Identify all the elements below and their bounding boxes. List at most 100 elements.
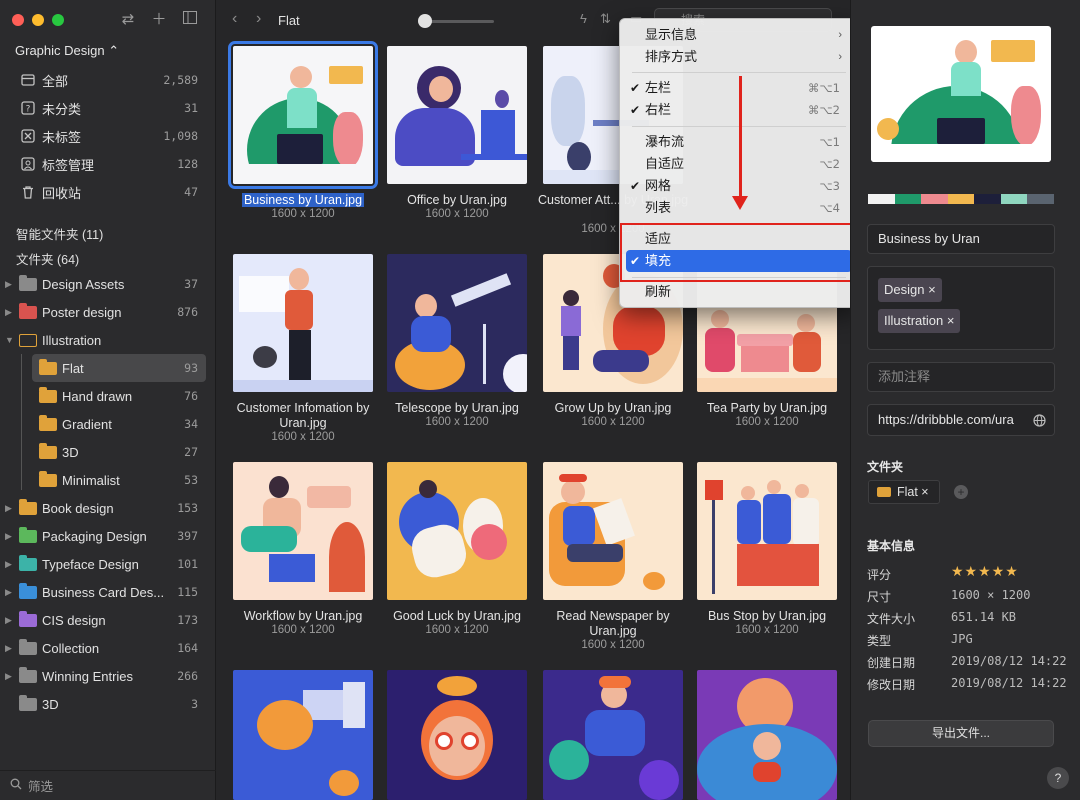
menu-item-sort-by[interactable]: 排序方式 ›	[626, 46, 852, 68]
thumbnail-office[interactable]	[387, 46, 527, 184]
quick-action-icon[interactable]: ϟ	[580, 11, 587, 26]
folder-hand-drawn[interactable]: Hand drawn 76	[0, 382, 216, 410]
palette-swatch[interactable]	[1000, 194, 1027, 204]
item-name[interactable]: Telescope by Uran.jpg	[381, 401, 533, 416]
folder-illustration[interactable]: ▼ Illustration	[0, 326, 216, 354]
folder-chip[interactable]: Flat ×	[868, 480, 940, 504]
sidebar-item-tag-manager[interactable]: 标签管理 128	[0, 150, 216, 178]
smart-folders-header[interactable]: 智能文件夹 (11)	[16, 224, 103, 243]
folder-minimalist[interactable]: Minimalist 53	[0, 466, 216, 494]
folder-flat[interactable]: Flat 93	[32, 354, 206, 382]
tag-chip-illustration[interactable]: Illustration ×	[878, 309, 961, 333]
filter-input[interactable]: 筛选	[28, 776, 53, 795]
filter-bar[interactable]: 筛选	[0, 770, 216, 800]
thumbnail-row4-4[interactable]	[697, 670, 837, 800]
chevron-right-icon[interactable]: ▶	[5, 531, 15, 542]
tags-field[interactable]: Design × Illustration ×	[867, 266, 1055, 350]
thumbnail-row4-3[interactable]	[543, 670, 683, 800]
palette-swatch[interactable]	[868, 194, 895, 204]
item-size: 1600 x 1200	[425, 208, 489, 220]
palette-swatch[interactable]	[947, 194, 974, 204]
add-icon[interactable]: ＋	[149, 10, 169, 30]
zoom-slider-handle[interactable]	[418, 14, 432, 28]
folder-business-card-design[interactable]: ▶ Business Card Des... 115	[0, 578, 216, 606]
folder-design-assets[interactable]: ▶ Design Assets 37	[0, 270, 216, 298]
chevron-right-icon[interactable]: ▶	[5, 559, 15, 570]
item-name[interactable]: Bus Stop by Uran.jpg	[691, 609, 843, 624]
sync-icon[interactable]: ⇄	[118, 10, 138, 30]
note-field[interactable]: 添加注释	[867, 362, 1055, 392]
folder-book-design[interactable]: ▶ Book design 153	[0, 494, 216, 522]
annotation-highlight-box	[620, 223, 858, 282]
window-zoom-button[interactable]	[52, 14, 64, 26]
chevron-right-icon[interactable]: ▶	[5, 279, 15, 290]
menu-item-refresh[interactable]: 刷新	[626, 281, 852, 303]
folder-winning-entries[interactable]: ▶ Winning Entries 266	[0, 662, 216, 690]
menu-item-show-info[interactable]: 显示信息 ›	[626, 24, 852, 46]
folder-count: 37	[184, 277, 198, 291]
chevron-right-icon[interactable]: ▶	[5, 587, 15, 598]
sidebar-item-uncategorized[interactable]: ? 未分类 31	[0, 94, 216, 122]
forward-icon[interactable]: ›	[256, 10, 261, 28]
rating-label: 评分	[867, 568, 892, 582]
thumbnail-customer-infomation[interactable]	[233, 254, 373, 392]
folder-gradient[interactable]: Gradient 34	[0, 410, 216, 438]
item-name[interactable]: Good Luck by Uran.jpg	[381, 609, 533, 624]
item-name[interactable]: Read Newspaper by Uran.jpg	[537, 609, 689, 639]
title-field[interactable]: Business by Uran	[867, 224, 1055, 254]
export-file-button[interactable]: 导出文件...	[868, 720, 1054, 747]
item-name[interactable]: Workflow by Uran.jpg	[227, 609, 379, 624]
palette-swatch[interactable]	[921, 194, 948, 204]
thumbnail-read-newspaper[interactable]	[543, 462, 683, 600]
palette-swatch[interactable]	[1027, 194, 1054, 204]
checkmark-icon: ✔	[630, 81, 641, 95]
chevron-right-icon[interactable]: ▶	[5, 503, 15, 514]
folder-typeface-design[interactable]: ▶ Typeface Design 101	[0, 550, 216, 578]
sidebar-item-trash[interactable]: 回收站 47	[0, 178, 216, 206]
thumbnail-business[interactable]	[228, 41, 378, 189]
add-folder-icon[interactable]: +	[954, 485, 968, 499]
window-minimize-button[interactable]	[32, 14, 44, 26]
sort-icon[interactable]: ⇅	[600, 11, 611, 27]
thumbnail-good-luck[interactable]	[387, 462, 527, 600]
chevron-right-icon[interactable]: ▶	[5, 671, 15, 682]
chevron-right-icon[interactable]: ▶	[5, 643, 15, 654]
folder-poster-design[interactable]: ▶ Poster design 876	[0, 298, 216, 326]
sidebar-item-count: 31	[184, 101, 198, 115]
chevron-down-icon[interactable]: ▼	[5, 335, 15, 345]
folder-packaging-design[interactable]: ▶ Packaging Design 397	[0, 522, 216, 550]
sidebar-item-all[interactable]: 全部 2,589	[0, 66, 216, 94]
breadcrumb: Flat	[278, 13, 300, 28]
item-name[interactable]: Tea Party by Uran.jpg	[691, 401, 843, 416]
chevron-right-icon[interactable]: ▶	[5, 615, 15, 626]
palette-swatch[interactable]	[974, 194, 1001, 204]
rating-stars[interactable]: ★★★★★	[951, 563, 1019, 580]
folder-cis-design[interactable]: ▶ CIS design 173	[0, 606, 216, 634]
preview-image[interactable]	[871, 26, 1051, 162]
globe-icon[interactable]	[1033, 405, 1046, 435]
tag-chip-design[interactable]: Design ×	[878, 278, 942, 302]
url-field[interactable]: https://dribbble.com/ura	[867, 404, 1055, 436]
thumbnail-bus-stop[interactable]	[697, 462, 837, 600]
thumbnail-row4-1[interactable]	[233, 670, 373, 800]
sidebar-item-untagged[interactable]: 未标签 1,098	[0, 122, 216, 150]
toggle-sidebar-icon[interactable]	[180, 10, 200, 30]
folder-3d-sub[interactable]: 3D 27	[0, 438, 216, 466]
back-icon[interactable]: ‹	[232, 10, 237, 28]
chevron-right-icon[interactable]: ▶	[5, 307, 15, 318]
item-name[interactable]: Grow Up by Uran.jpg	[537, 401, 689, 416]
library-switcher[interactable]: Graphic Design ⌃	[15, 43, 119, 59]
thumbnail-workflow[interactable]	[233, 462, 373, 600]
help-button[interactable]: ?	[1047, 767, 1069, 789]
item-name[interactable]: Office by Uran.jpg	[381, 193, 533, 208]
palette-swatch[interactable]	[894, 194, 921, 204]
folder-3d[interactable]: 3D 3	[0, 690, 216, 718]
item-name[interactable]: Business by Uran.jpg	[227, 193, 379, 208]
folders-header[interactable]: 文件夹 (64)	[16, 249, 79, 268]
window-close-button[interactable]	[12, 14, 24, 26]
thumbnail-row4-2[interactable]	[387, 670, 527, 800]
folder-icon	[39, 386, 57, 403]
item-name[interactable]: Customer Infomation by Uran.jpg	[227, 401, 379, 431]
thumbnail-telescope[interactable]	[387, 254, 527, 392]
folder-collection[interactable]: ▶ Collection 164	[0, 634, 216, 662]
